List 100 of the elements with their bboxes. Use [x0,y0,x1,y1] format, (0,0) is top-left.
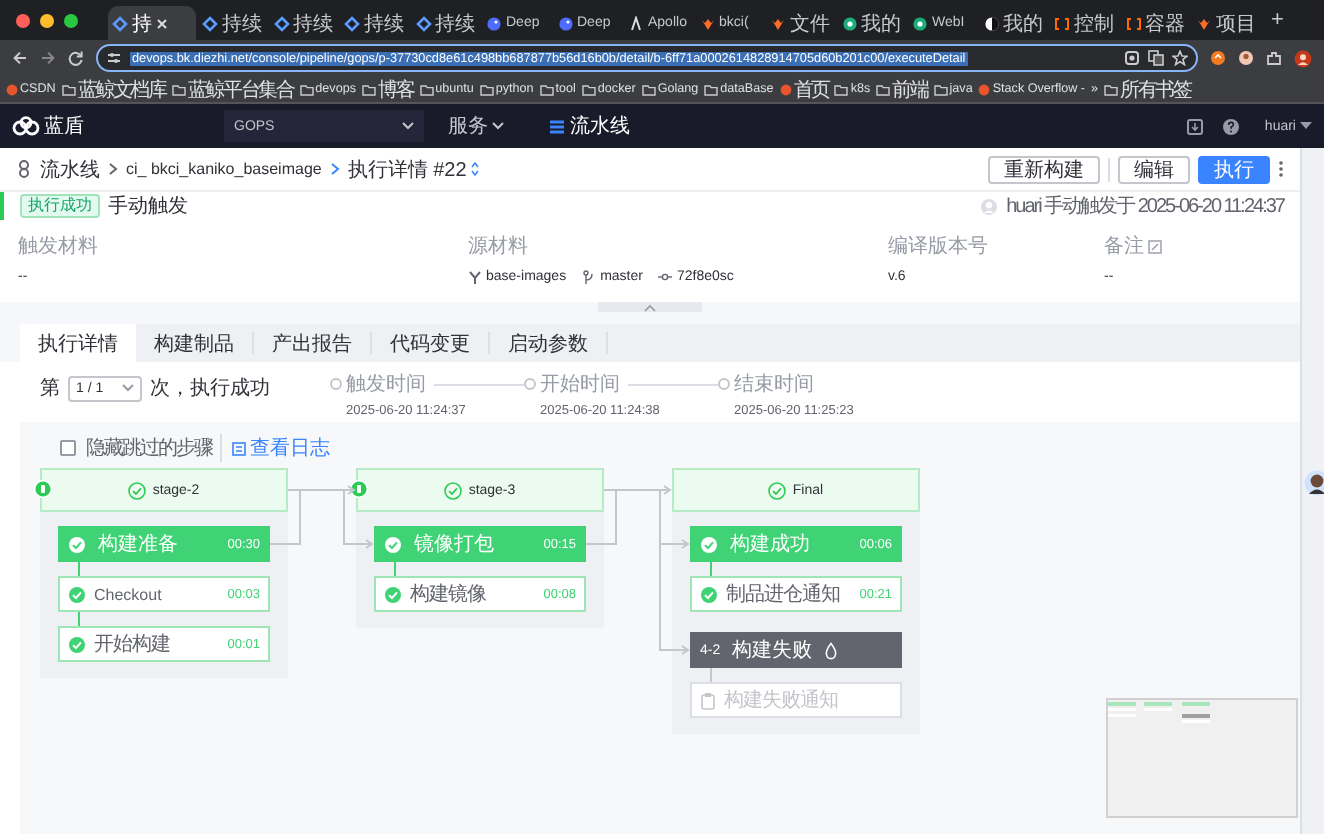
browser-tab[interactable]: 文件 [766,6,835,40]
browser-tab[interactable]: 我的 [837,6,906,40]
tab[interactable]: 构建制品 [136,332,254,354]
browser-tab[interactable]: 项目 [1192,6,1261,40]
collapse-handle[interactable] [598,302,702,312]
check-circle-icon [700,535,718,553]
puzzle-icon[interactable] [1266,50,1282,66]
services-menu[interactable]: 服务 [448,112,504,140]
checkbox[interactable] [60,440,76,456]
caret-icon [492,122,504,130]
brackets-icon [1054,15,1070,31]
status-tag: 执行成功 [20,194,100,218]
whale-icon [486,15,502,31]
timeline-dot [330,378,342,390]
forward-icon[interactable] [40,50,56,66]
checkbox-label: 隐藏跳过的步骤 [86,434,222,462]
attempt-prefix: 第 [40,376,60,402]
action-button[interactable]: 重新构建 [988,155,1100,183]
folder-icon [479,83,494,95]
fox-icon [1196,15,1212,31]
run-button[interactable]: 执行 [1198,155,1270,183]
circle-icon [841,15,857,31]
timeline-label: 开始时间 [540,371,620,398]
logo-text: 蓝盾 [44,113,84,140]
more-icon[interactable] [1278,160,1284,178]
fox-icon [770,15,786,31]
trigger-label: 手动触发 [108,193,188,220]
assistant-avatar-icon[interactable] [1304,470,1324,496]
browser-tab[interactable]: 持续 [340,6,409,40]
document-icon [232,441,246,455]
back-icon[interactable] [12,50,28,66]
extension-icon[interactable] [1210,50,1226,66]
connector-line [78,562,80,576]
browser-tab[interactable]: 容器 [1121,6,1190,40]
commit-icon [658,270,673,284]
timeline-label: 触发时间 [346,371,426,398]
tab[interactable]: 执行详情 [20,324,136,362]
star-icon[interactable] [1172,50,1188,66]
browser-tab[interactable]: 持续 [269,6,338,40]
branch-icon [582,270,597,284]
folder-icon [299,83,314,95]
browser-tab[interactable]: 持 [108,6,196,40]
connector-line [710,562,712,576]
start-node-icon[interactable] [350,480,368,498]
folder-icon [704,83,719,95]
close-icon[interactable] [156,17,168,29]
bookmark[interactable]: 首页 [779,75,829,103]
translate-icon[interactable] [1148,50,1164,66]
profile-avatar-icon[interactable] [1294,49,1312,67]
extension-icon[interactable] [1238,50,1254,66]
tab[interactable]: 代码变更 [372,332,490,354]
new-tab-button[interactable]: + [1263,8,1292,32]
caret-icon [122,384,134,392]
check-circle-icon [68,585,86,603]
bookmark[interactable]: 博客 [361,75,414,103]
connector-line [78,612,80,626]
pipeline-nav-link[interactable]: 流水线 [548,112,630,140]
folder-icon [834,83,849,95]
start-node-icon[interactable] [34,480,52,498]
browser-tab[interactable]: 持续 [198,6,267,40]
drop-icon [824,641,839,659]
connector-line [710,668,712,682]
timeline-dot [524,378,536,390]
breadcrumb-link[interactable]: ci_ bkci_kaniko_baseimage [126,160,322,178]
field-label: 编译版本号 [888,233,988,260]
field-label: 触发材料 [18,233,98,260]
download-icon[interactable] [1186,117,1205,135]
edit-icon[interactable] [1148,239,1162,253]
site-icon [978,83,991,95]
browser-tab[interactable]: 控制 [1050,6,1119,40]
bookmark[interactable]: 蓝鲸平台集合 [171,75,294,103]
sort-icon[interactable] [470,160,481,178]
breadcrumb-link[interactable]: 流水线 [40,155,100,183]
check-circle-icon [68,635,86,653]
site-settings-icon[interactable] [106,50,122,66]
brackets-icon [1125,15,1141,31]
bookmark[interactable]: 蓝鲸文档库 [61,75,166,103]
help-icon[interactable] [1222,117,1241,135]
bookmark[interactable]: 前端 [876,75,928,103]
fox-icon [699,15,715,31]
field-label: 备注 [1104,233,1144,260]
tab[interactable]: 产出报告 [254,332,372,354]
fork-icon [468,270,482,284]
browser-tab[interactable]: 我的 [979,6,1048,40]
diamond-icon [112,15,128,31]
diamond-icon [344,15,360,31]
action-button[interactable]: 编辑 [1118,155,1190,183]
reload-icon[interactable] [68,50,84,66]
folder-icon [171,83,186,95]
lens-icon[interactable] [1124,50,1140,66]
folder-icon [361,83,376,95]
tab[interactable]: 启动参数 [490,332,608,354]
timeline-label: 结束时间 [734,371,814,398]
bookmark[interactable]: 所有书签 [1104,75,1191,103]
attempt-result: 次，执行成功 [150,375,270,402]
diamond-icon [202,15,218,31]
site-icon [779,83,792,95]
folder-icon [876,83,891,95]
browser-tab[interactable]: 持续 [411,6,480,40]
breadcrumb-item: 执行详情 #22 [347,157,467,183]
